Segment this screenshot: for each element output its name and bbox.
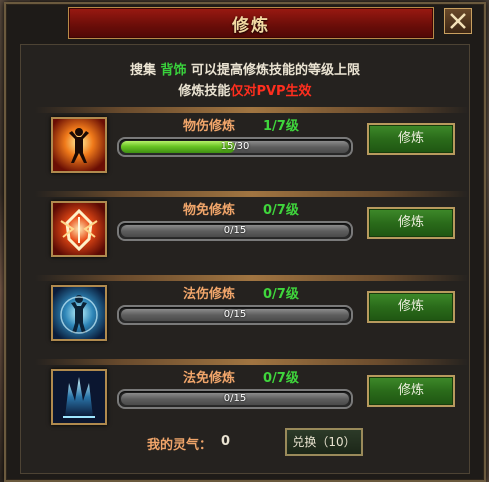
info-line-collect: 搜集 背饰 可以提高修炼技能的等级上限	[21, 59, 469, 78]
aura-label: 我的灵气：	[147, 438, 213, 453]
close-button[interactable]	[444, 8, 472, 34]
skill-name: 法伤修炼	[183, 287, 236, 302]
skill-level: 0/7级	[263, 371, 299, 386]
skill-row-physical-attack: 物伤修炼 1/7级 15/30 修炼	[35, 107, 469, 181]
aura-value: 0	[221, 434, 231, 449]
info-pvp-prefix: 修炼技能	[178, 84, 231, 99]
skill-name: 法免修炼	[183, 371, 236, 386]
row-divider	[35, 107, 469, 113]
progress-text: 15/30	[220, 141, 250, 152]
back-accessory-link[interactable]: 背饰	[160, 63, 186, 78]
train-button[interactable]: 修炼	[367, 291, 455, 323]
skill-progress-bar: 15/30	[117, 137, 353, 157]
magic-attack-icon	[53, 287, 105, 339]
skill-name: 物免修炼	[183, 203, 236, 218]
close-icon	[450, 13, 466, 29]
panel-content: 搜集 背饰 可以提高修炼技能的等级上限 修炼技能仅对PVP生效 物伤修炼 1/7…	[20, 44, 470, 474]
progress-text: 0/15	[223, 393, 247, 404]
train-button[interactable]: 修炼	[367, 207, 455, 239]
skill-row-magic-defense: 法免修炼 0/7级 0/15 修炼	[35, 359, 469, 433]
training-panel: 修炼 搜集 背饰 可以提高修炼技能的等级上限 修炼技能仅对PVP生效 物伤修炼 …	[4, 2, 486, 482]
physical-attack-icon	[53, 119, 105, 171]
row-divider	[35, 191, 469, 197]
progress-text: 0/15	[223, 309, 247, 320]
row-divider	[35, 275, 469, 281]
skill-progress-bar: 0/15	[117, 305, 353, 325]
info-line-pvp: 修炼技能仅对PVP生效	[21, 80, 469, 99]
skill-row-magic-attack: 法伤修炼 0/7级 0/15 修炼	[35, 275, 469, 349]
row-divider	[35, 359, 469, 365]
info-pvp-highlight: 仅对PVP生效	[230, 84, 312, 99]
info-collect-prefix: 搜集	[129, 63, 156, 78]
skill-icon-frame[interactable]	[51, 117, 107, 173]
train-button[interactable]: 修炼	[367, 375, 455, 407]
skill-icon-frame[interactable]	[51, 369, 107, 425]
magic-defense-icon	[53, 371, 105, 423]
skill-progress-bar: 0/15	[117, 389, 353, 409]
progress-text: 0/15	[223, 225, 247, 236]
skill-progress-bar: 0/15	[117, 221, 353, 241]
exchange-button[interactable]: 兑换（10）	[285, 428, 363, 456]
skill-icon-frame[interactable]	[51, 285, 107, 341]
physical-defense-icon	[53, 203, 105, 255]
window-title: 修炼	[232, 16, 270, 36]
skill-level: 1/7级	[263, 119, 299, 134]
skill-name: 物伤修炼	[183, 119, 236, 134]
title-bar[interactable]: 修炼	[68, 7, 434, 39]
info-collect-suffix: 可以提高修炼技能的等级上限	[191, 63, 361, 78]
skill-level: 0/7级	[263, 203, 299, 218]
train-button[interactable]: 修炼	[367, 123, 455, 155]
skill-row-physical-defense: 物免修炼 0/7级 0/15 修炼	[35, 191, 469, 265]
skill-icon-frame[interactable]	[51, 201, 107, 257]
skill-level: 0/7级	[263, 287, 299, 302]
